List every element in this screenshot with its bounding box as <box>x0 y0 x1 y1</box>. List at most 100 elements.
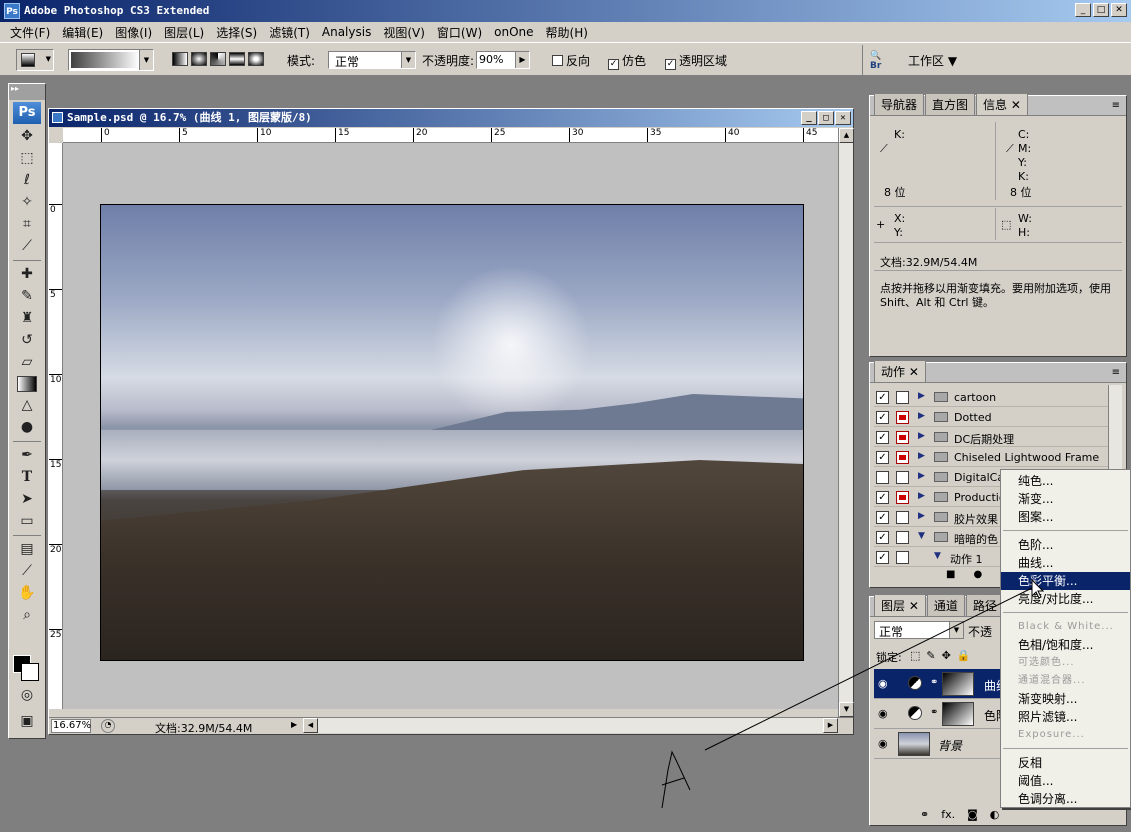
tab-info-panel[interactable]: 直方图 <box>925 93 976 115</box>
blur-tool-icon[interactable]: △ <box>13 395 41 416</box>
lock-transparency-icon[interactable]: ⬚ <box>910 649 920 662</box>
expand-triangle-icon[interactable]: ▶ <box>918 471 925 481</box>
menu-item[interactable]: Analysis <box>316 25 377 39</box>
menu-item[interactable]: 编辑(E) <box>56 24 109 41</box>
status-menu-arrow-icon[interactable]: ▶ <box>291 720 297 729</box>
link-layers-icon[interactable]: ⚭ <box>920 808 929 821</box>
tab-actions[interactable]: 动作 ✕ <box>874 360 926 382</box>
horizontal-scrollbar[interactable]: ◀ ▶ <box>303 718 838 733</box>
menu-item[interactable]: 帮助(H) <box>540 24 594 41</box>
reverse-checkbox[interactable]: 反向 <box>552 52 590 69</box>
workspace-menu[interactable]: 工作区 ▼ <box>908 52 957 69</box>
adjustment-menu-item[interactable]: 纯色... <box>1001 472 1130 490</box>
marquee-tool-icon[interactable]: ⬚ <box>13 148 41 169</box>
lock-image-icon[interactable]: ✎ <box>926 649 935 662</box>
type-tool-icon[interactable]: T <box>13 467 41 488</box>
action-toggle-checkbox[interactable]: ✓ <box>876 491 889 504</box>
background-color-swatch[interactable] <box>21 663 39 681</box>
magic-wand-tool-icon[interactable]: ✧ <box>13 192 41 213</box>
lock-position-icon[interactable]: ✥ <box>942 649 951 662</box>
eyedropper-tool-icon[interactable]: ⟋ <box>13 561 41 582</box>
dialog-toggle-icon[interactable] <box>896 471 909 484</box>
maximize-button[interactable]: □ <box>1093 3 1109 17</box>
adjustment-menu-item[interactable]: 色彩平衡... <box>1001 572 1130 590</box>
tab-layers-panel[interactable]: 路径 <box>965 594 1004 616</box>
tab-info-panel[interactable]: 导航器 <box>874 93 925 115</box>
adjustment-menu-item[interactable]: 阈值... <box>1001 772 1130 790</box>
doc-close-button[interactable]: ✕ <box>835 111 851 125</box>
zoom-level[interactable]: 16.67% <box>51 719 91 733</box>
action-toggle-checkbox[interactable]: ✓ <box>876 451 889 464</box>
layer-mask-thumbnail[interactable] <box>942 672 974 696</box>
horizontal-ruler[interactable]: 0 5 10 15 20 25 30 35 40 45 <box>63 128 838 143</box>
adjustment-menu-item[interactable]: 曲线... <box>1001 554 1130 572</box>
gradient-tool-icon[interactable] <box>17 376 37 392</box>
action-toggle-checkbox[interactable]: ✓ <box>876 411 889 424</box>
dialog-toggle-icon[interactable] <box>896 531 909 544</box>
action-toggle-checkbox[interactable]: ✓ <box>876 511 889 524</box>
dialog-toggle-icon[interactable] <box>896 491 909 504</box>
expand-triangle-icon[interactable]: ▶ <box>918 491 925 501</box>
dialog-toggle-icon[interactable] <box>896 391 909 404</box>
bridge-button[interactable]: 🔍Br <box>870 51 892 71</box>
close-button[interactable]: ✕ <box>1111 3 1127 17</box>
adjustment-menu-item[interactable]: 图案... <box>1001 508 1130 526</box>
hand-tool-icon[interactable]: ✋ <box>13 583 41 604</box>
slice-tool-icon[interactable]: ⟋ <box>13 236 41 257</box>
diamond-gradient-icon[interactable] <box>248 52 264 66</box>
menu-item[interactable]: onOne <box>488 25 539 39</box>
doc-minimize-button[interactable]: _ <box>801 111 817 125</box>
lasso-tool-icon[interactable]: ℓ <box>13 170 41 191</box>
layer-style-button[interactable]: fx. <box>941 808 955 821</box>
adjustment-menu-item[interactable]: 色相/饱和度... <box>1001 636 1130 654</box>
action-toggle-checkbox[interactable]: ✓ <box>876 531 889 544</box>
mode-select[interactable]: 正常 ▼ <box>328 51 416 69</box>
toolbox-grip[interactable]: ▸▸ <box>9 84 45 100</box>
dialog-toggle-icon[interactable] <box>896 511 909 524</box>
tab-info-panel[interactable]: 信息 ✕ <box>976 93 1028 115</box>
menu-item[interactable]: 图层(L) <box>158 24 210 41</box>
actions-panel-menu-icon[interactable]: ≡ <box>1112 367 1120 378</box>
dither-checkbox[interactable]: ✓ 仿色 <box>608 52 646 70</box>
reflected-gradient-icon[interactable] <box>229 52 245 66</box>
dodge-tool-icon[interactable]: ● <box>13 417 41 438</box>
tab-layers-panel[interactable]: 图层 ✕ <box>874 594 926 616</box>
screen-mode-icon[interactable]: ▣ <box>13 711 41 732</box>
opacity-input[interactable]: 90% ▶ <box>476 51 530 69</box>
quick-mask-icon[interactable]: ◎ <box>13 685 41 706</box>
shape-tool-icon[interactable]: ▭ <box>13 511 41 532</box>
status-info-icon[interactable]: ◔ <box>101 719 115 733</box>
action-toggle-checkbox[interactable]: ✓ <box>876 551 889 564</box>
expand-triangle-icon[interactable]: ▶ <box>918 411 925 421</box>
expand-triangle-icon[interactable]: ▶ <box>918 431 925 441</box>
stop-icon[interactable]: ■ <box>946 569 955 580</box>
action-set-row[interactable]: ✓ ▶ Dotted <box>874 407 1108 427</box>
adjustment-menu-item[interactable]: 渐变... <box>1001 490 1130 508</box>
radial-gradient-icon[interactable] <box>191 52 207 66</box>
expand-triangle-icon[interactable]: ▼ <box>934 551 941 561</box>
minimize-button[interactable]: _ <box>1075 3 1091 17</box>
adjustment-menu-item[interactable]: 反相 <box>1001 754 1130 772</box>
visibility-eye-icon[interactable]: ◉ <box>878 707 888 720</box>
menu-item[interactable]: 窗口(W) <box>431 24 488 41</box>
record-icon[interactable]: ● <box>973 569 982 580</box>
expand-triangle-icon[interactable]: ▼ <box>918 531 925 541</box>
vertical-ruler[interactable]: 0 5 10 15 20 25 <box>49 143 63 709</box>
linear-gradient-icon[interactable] <box>172 52 188 66</box>
layer-mask-thumbnail[interactable] <box>942 702 974 726</box>
menu-item[interactable]: 图像(I) <box>109 24 158 41</box>
tab-layers-panel[interactable]: 通道 <box>926 594 965 616</box>
healing-brush-tool-icon[interactable]: ✚ <box>13 264 41 285</box>
adjustment-menu-item[interactable]: 色阶... <box>1001 536 1130 554</box>
dialog-toggle-icon[interactable] <box>896 451 909 464</box>
layer-thumbnail[interactable] <box>898 732 930 756</box>
crop-tool-icon[interactable]: ⌗ <box>13 214 41 235</box>
toolbox-ps-badge[interactable]: Ps <box>13 102 41 124</box>
adjustment-menu-item[interactable]: 亮度/对比度... <box>1001 590 1130 608</box>
history-brush-tool-icon[interactable]: ↺ <box>13 330 41 351</box>
new-adjustment-layer-icon[interactable]: ◐ <box>990 808 1000 821</box>
menu-item[interactable]: 滤镜(T) <box>263 24 316 41</box>
expand-triangle-icon[interactable]: ▶ <box>918 391 925 401</box>
menu-item[interactable]: 文件(F) <box>4 24 56 41</box>
clone-stamp-tool-icon[interactable]: ♜ <box>13 308 41 329</box>
